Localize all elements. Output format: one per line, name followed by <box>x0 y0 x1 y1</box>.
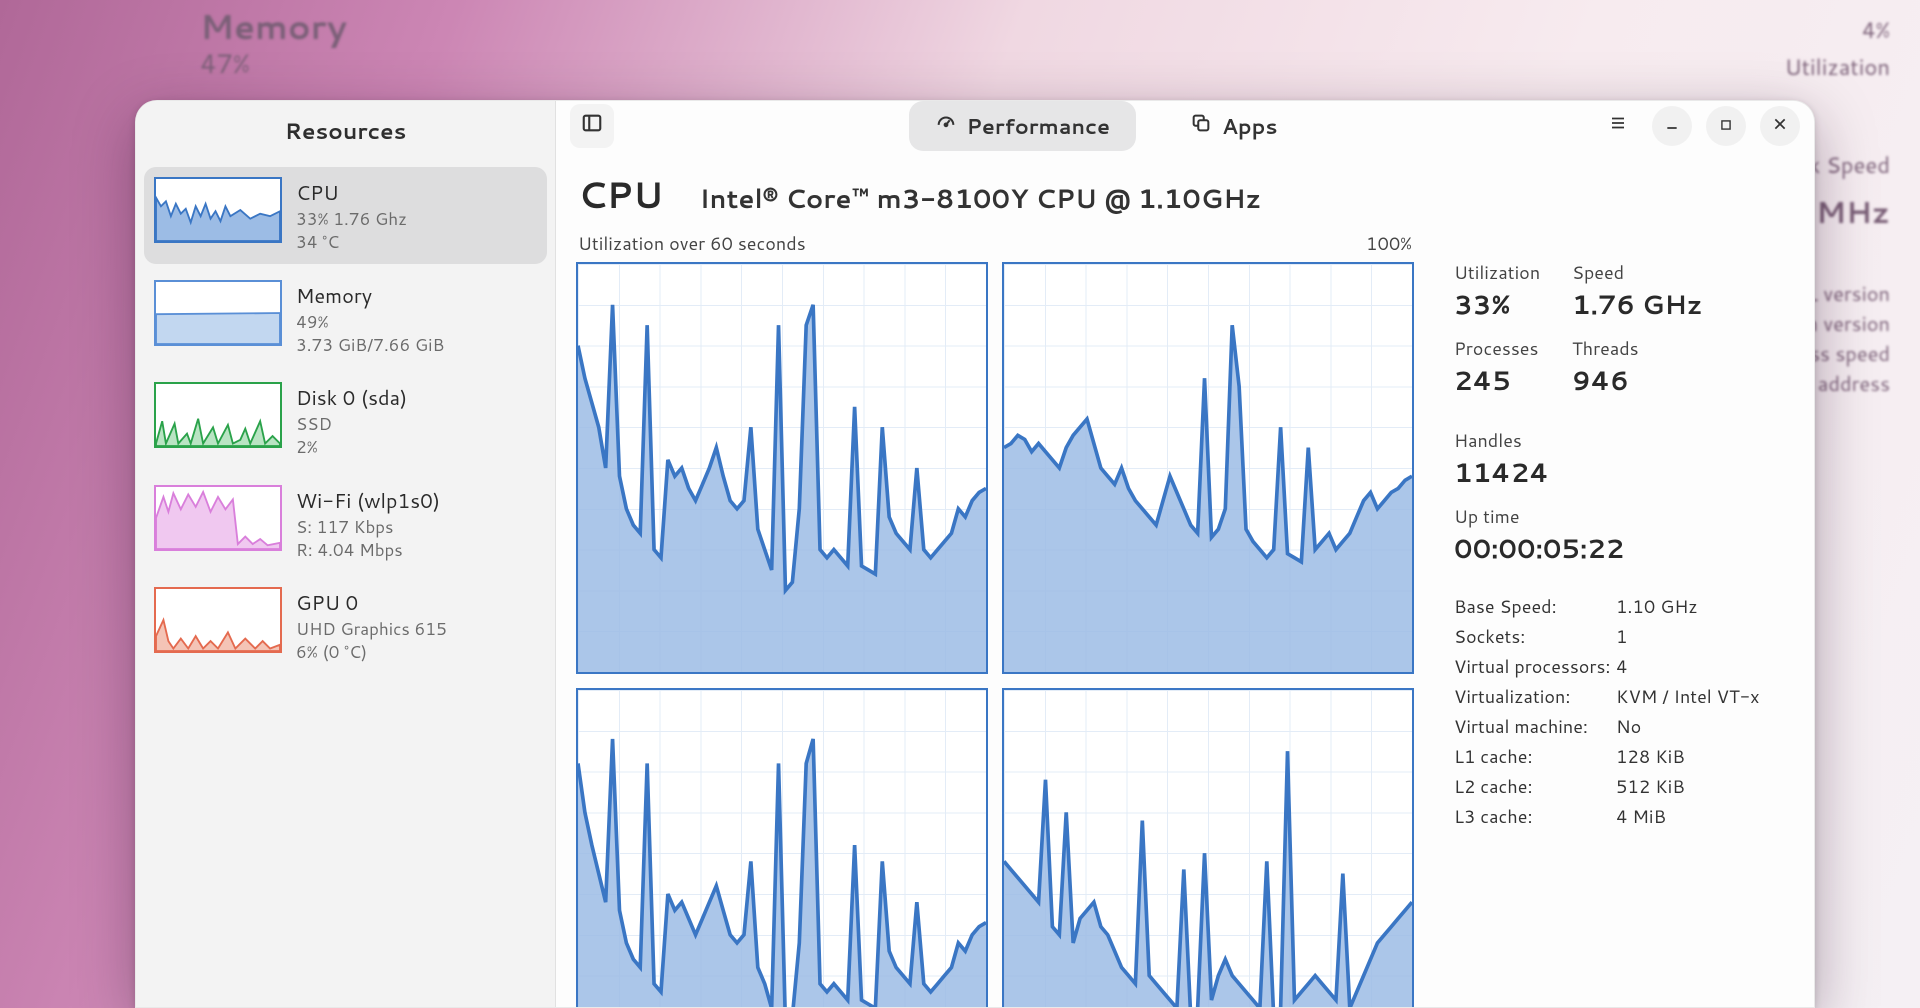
detail-table: Base Speed:1.10 GHz Sockets:1 Virtual pr… <box>1454 593 1784 829</box>
disk-thumbnail-chart <box>154 382 282 448</box>
sidebar-memory-title: Memory <box>296 282 444 310</box>
sidebar-wifi-sub2: R: 4.04 Mbps <box>296 540 440 561</box>
toggle-sidebar-button[interactable] <box>570 104 614 148</box>
stat-threads-value: 946 <box>1572 363 1662 399</box>
wifi-thumbnail-chart <box>154 485 282 551</box>
speedometer-icon <box>935 111 957 141</box>
info-column: Utilization 33% Speed 1.76 GHz Processes… <box>1454 163 1784 1008</box>
detail-l2-val: 512 KiB <box>1616 773 1784 799</box>
cpu-core-chart-1 <box>1002 262 1414 674</box>
stat-threads: Threads 946 <box>1572 335 1662 399</box>
detail-l1-val: 128 KiB <box>1616 743 1784 769</box>
stat-speed-value: 1.76 GHz <box>1572 287 1703 323</box>
stat-utilization: Utilization 33% <box>1454 259 1544 323</box>
maximize-window-button[interactable] <box>1706 106 1746 146</box>
detail-vprocs-val: 4 <box>1616 653 1784 679</box>
sidebar-wifi-sub1: S: 117 Kbps <box>296 517 440 538</box>
detail-virt-key: Virtualization: <box>1454 683 1616 709</box>
sidebar-disk-sub2: 2% <box>296 437 407 458</box>
hamburger-menu-button[interactable] <box>1598 106 1638 146</box>
stat-speed-label: Speed <box>1572 259 1703 285</box>
detail-vm-val: No <box>1616 713 1784 739</box>
sidebar-gpu-sub1: UHD Graphics 615 <box>296 619 447 640</box>
tab-performance-label: Performance <box>967 111 1110 141</box>
hamburger-icon <box>1609 114 1627 138</box>
stat-threads-label: Threads <box>1572 335 1662 361</box>
tab-performance[interactable]: Performance <box>909 101 1136 151</box>
sidebar-item-cpu[interactable]: CPU 33% 1.76 Ghz 34 °C <box>144 167 547 264</box>
chart-grid <box>576 262 1414 1008</box>
tab-apps-label: Apps <box>1222 111 1277 141</box>
stat-utilization-value: 33% <box>1454 287 1544 323</box>
page-title: CPU <box>578 169 663 220</box>
main-panel: Performance Apps <box>556 101 1814 1007</box>
graph-area: CPU Intel® Core™ m3-8100Y CPU @ 1.10GHz … <box>576 163 1414 1008</box>
cpu-thumbnail-chart <box>154 177 282 243</box>
chart-caption-left: Utilization over 60 seconds <box>578 230 806 256</box>
detail-l3-val: 4 MiB <box>1616 803 1784 829</box>
sidebar-item-disk[interactable]: Disk 0 (sda) SSD 2% <box>144 372 547 469</box>
sidebar-gpu-sub2: 6% (0 °C) <box>296 642 447 663</box>
maximize-icon <box>1719 115 1733 138</box>
sidebar-disk-sub1: SSD <box>296 414 407 435</box>
panel-left-icon <box>581 112 603 140</box>
sidebar-cpu-title: CPU <box>296 179 407 207</box>
sidebar-wifi-title: Wi-Fi (wlp1s0) <box>296 487 440 515</box>
stat-uptime-label: Up time <box>1454 503 1624 529</box>
stat-speed: Speed 1.76 GHz <box>1572 259 1703 323</box>
chart-caption-right: 100% <box>1366 230 1412 256</box>
detail-virt-val: KVM / Intel VT-x <box>1616 683 1784 709</box>
stat-uptime: Up time 00:00:05:22 <box>1454 503 1624 567</box>
memory-thumbnail-chart <box>154 280 282 346</box>
detail-l3-key: L3 cache: <box>1454 803 1616 829</box>
sidebar-memory-sub2: 3.73 GiB/7.66 GiB <box>296 335 444 356</box>
stat-handles-label: Handles <box>1454 427 1549 453</box>
stat-handles: Handles 11424 <box>1454 427 1549 491</box>
cpu-core-chart-3 <box>1002 688 1414 1008</box>
stat-uptime-value: 00:00:05:22 <box>1454 531 1624 567</box>
sidebar-memory-sub1: 49% <box>296 312 444 333</box>
stat-handles-value: 11424 <box>1454 455 1549 491</box>
stat-processes-label: Processes <box>1454 335 1544 361</box>
detail-l1-key: L1 cache: <box>1454 743 1616 769</box>
detail-sockets-val: 1 <box>1616 623 1784 649</box>
stat-processes-value: 245 <box>1454 363 1544 399</box>
detail-l2-key: L2 cache: <box>1454 773 1616 799</box>
headerbar: Performance Apps <box>556 101 1814 151</box>
detail-vm-key: Virtual machine: <box>1454 713 1616 739</box>
minimize-icon <box>1664 115 1680 138</box>
stat-processes: Processes 245 <box>1454 335 1544 399</box>
detail-base-speed-key: Base Speed: <box>1454 593 1616 619</box>
minimize-window-button[interactable] <box>1652 106 1692 146</box>
sidebar-disk-title: Disk 0 (sda) <box>296 384 407 412</box>
cpu-core-chart-0 <box>576 262 988 674</box>
sidebar-item-gpu[interactable]: GPU 0 UHD Graphics 615 6% (0 °C) <box>144 577 547 674</box>
detail-base-speed-val: 1.10 GHz <box>1616 593 1784 619</box>
sidebar-cpu-sub1: 33% 1.76 Ghz <box>296 209 407 230</box>
content: CPU Intel® Core™ m3-8100Y CPU @ 1.10GHz … <box>556 151 1814 1008</box>
sidebar-item-memory[interactable]: Memory 49% 3.73 GiB/7.66 GiB <box>144 270 547 367</box>
close-icon <box>1772 115 1788 138</box>
sidebar: Resources CPU 33% 1.76 Ghz 34 °C <box>136 101 556 1007</box>
tab-apps[interactable]: Apps <box>1164 101 1303 151</box>
sidebar-item-wifi[interactable]: Wi-Fi (wlp1s0) S: 117 Kbps R: 4.04 Mbps <box>144 475 547 572</box>
app-window: Resources CPU 33% 1.76 Ghz 34 °C <box>135 100 1815 1008</box>
detail-vprocs-key: Virtual processors: <box>1454 653 1616 679</box>
apps-icon <box>1190 111 1212 141</box>
cpu-core-chart-2 <box>576 688 988 1008</box>
page-subtitle: Intel® Core™ m3-8100Y CPU @ 1.10GHz <box>699 181 1261 217</box>
view-switcher: Performance Apps <box>909 101 1304 151</box>
sidebar-cpu-sub2: 34 °C <box>296 232 407 253</box>
detail-sockets-key: Sockets: <box>1454 623 1616 649</box>
close-window-button[interactable] <box>1760 106 1800 146</box>
sidebar-title: Resources <box>136 101 555 161</box>
sidebar-gpu-title: GPU 0 <box>296 589 447 617</box>
sidebar-items: CPU 33% 1.76 Ghz 34 °C Memory 49% 3.73 G… <box>136 161 555 674</box>
gpu-thumbnail-chart <box>154 587 282 653</box>
stat-utilization-label: Utilization <box>1454 259 1544 285</box>
